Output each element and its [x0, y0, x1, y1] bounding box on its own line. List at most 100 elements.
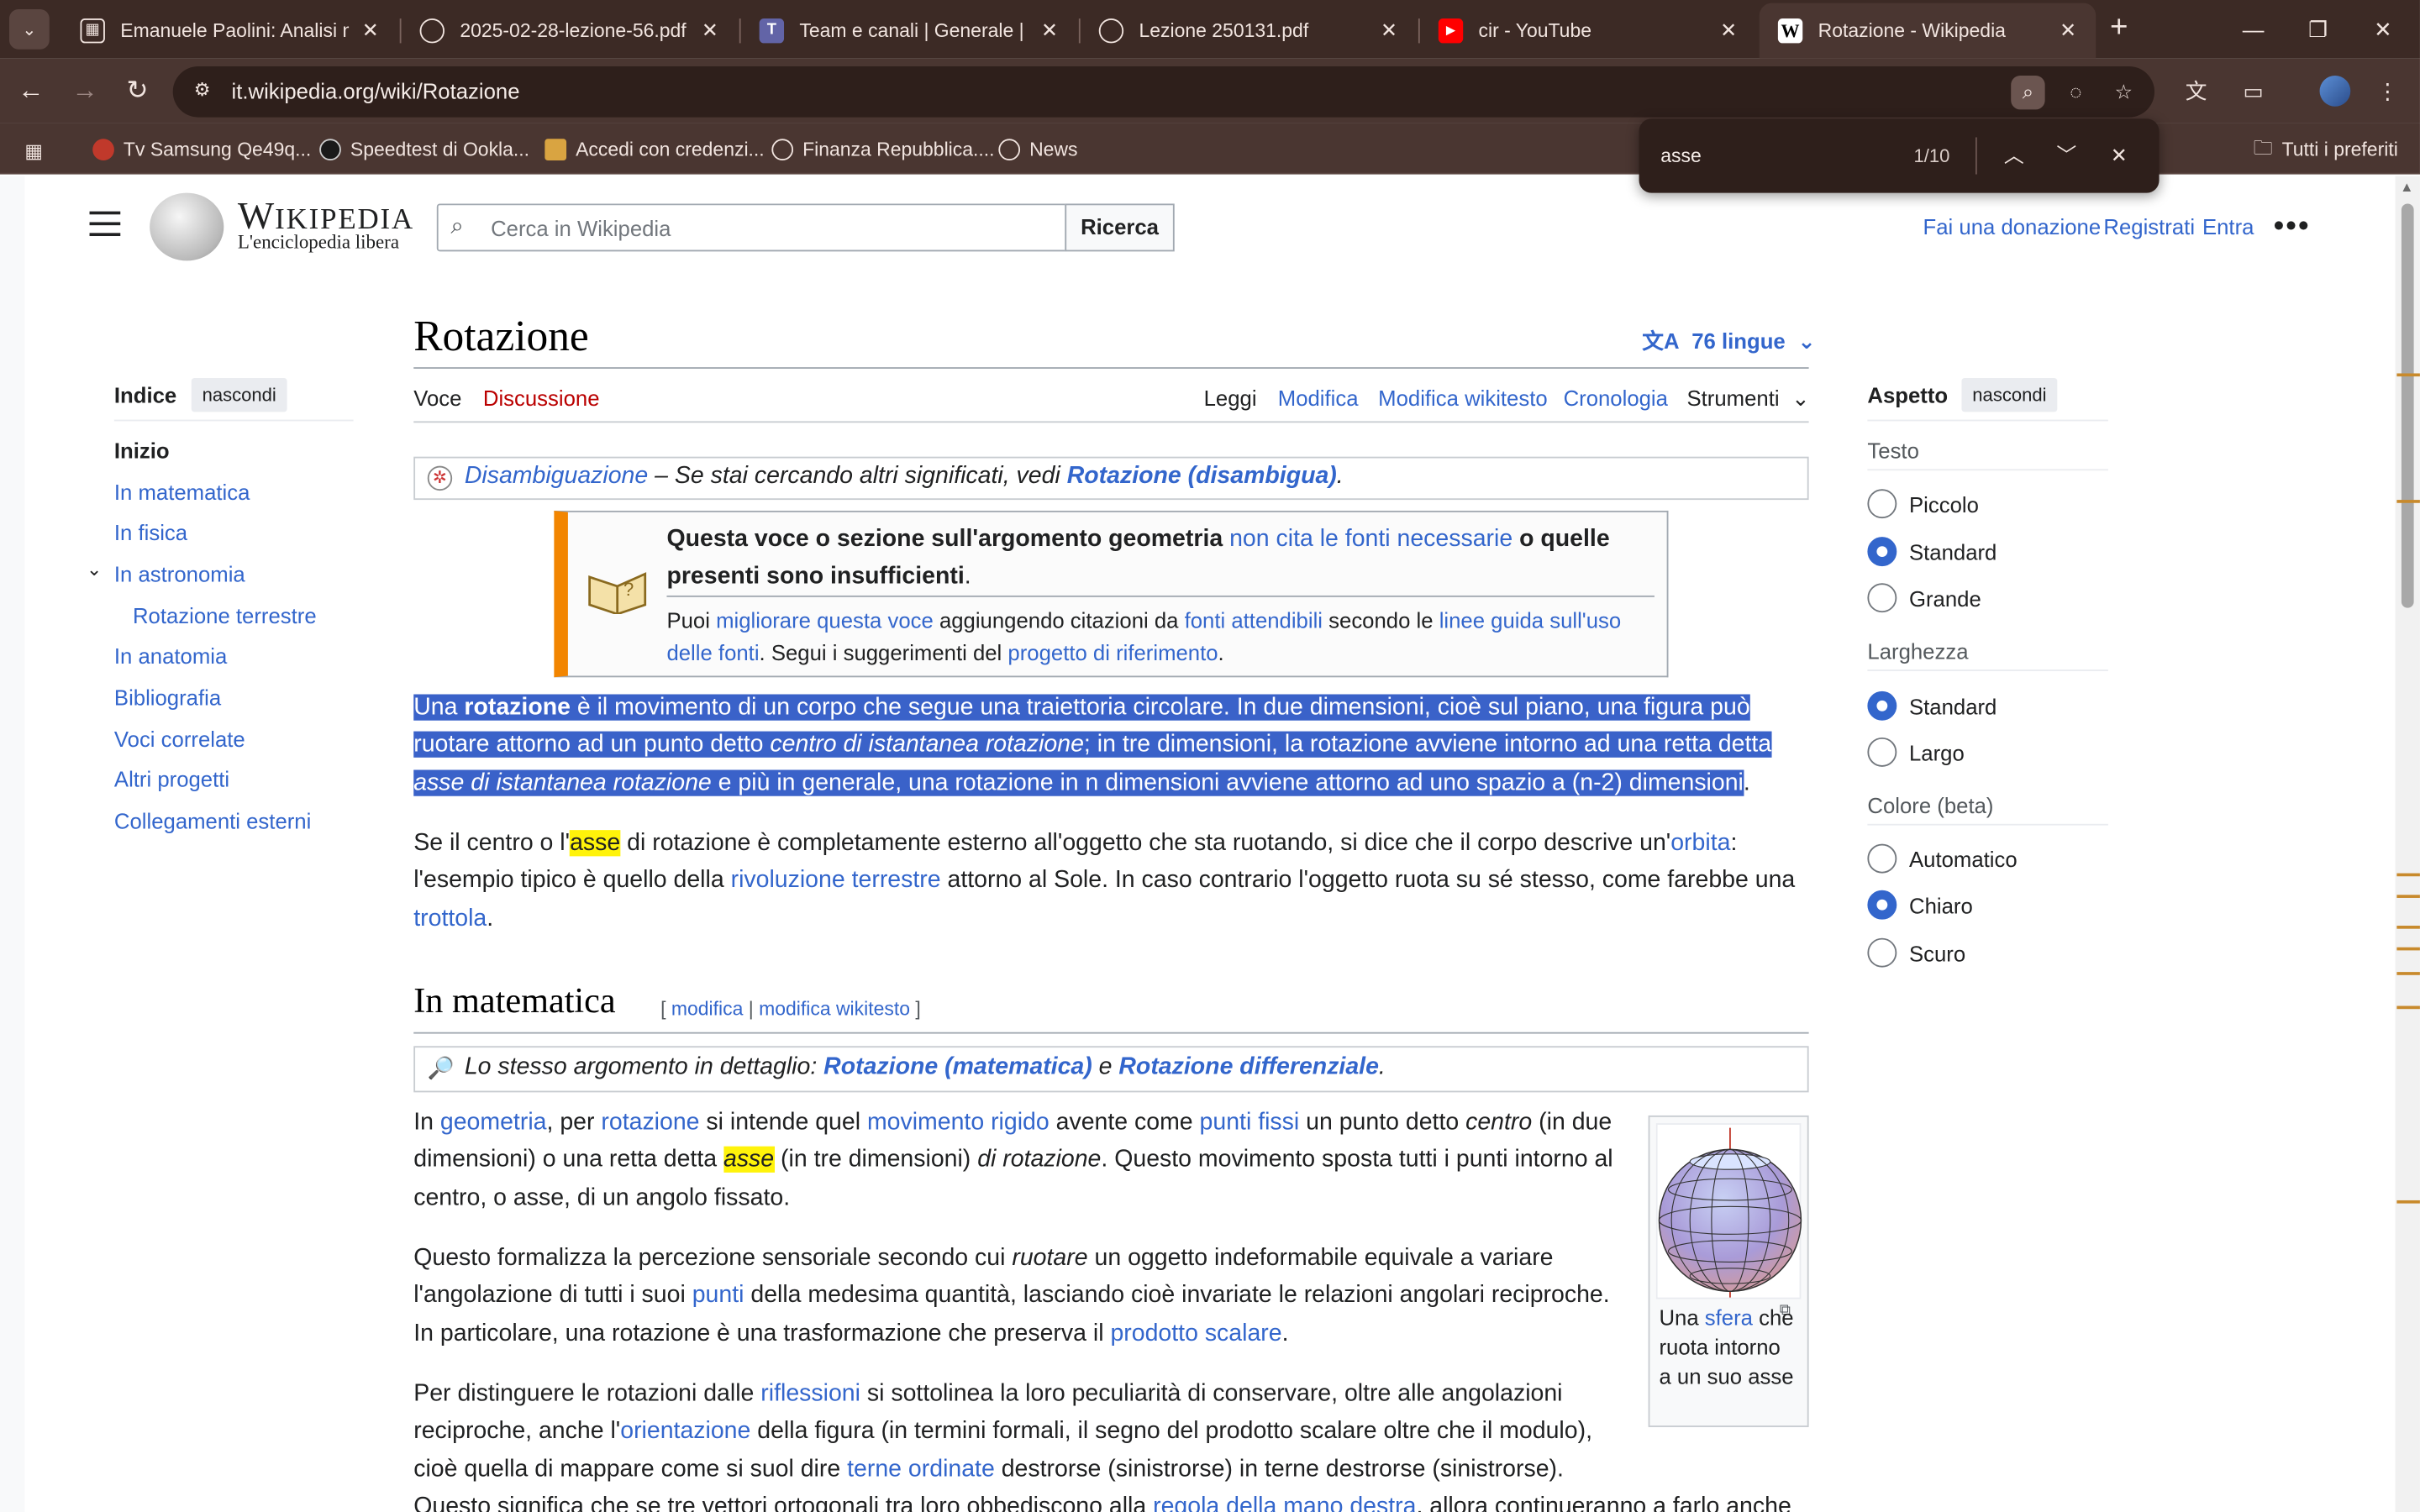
orientazione-link[interactable]: orientazione	[620, 1419, 750, 1445]
rotazione-link[interactable]: rotazione	[601, 1110, 699, 1136]
radio-text-standard[interactable]	[1867, 537, 1897, 567]
bookmark-item[interactable]: Accedi con credenzi...	[544, 134, 765, 165]
disambiguation-link[interactable]: Disambiguazione	[465, 463, 648, 489]
punti-fissi-link[interactable]: punti fissi	[1200, 1110, 1300, 1136]
tab-lezione-56[interactable]: 2025-02-28-lezione-56.pdf ✕	[402, 6, 738, 54]
toc-hide-button[interactable]: nascondi	[191, 377, 287, 412]
toc-item-collegamenti-esterni[interactable]: Collegamenti esterni	[114, 808, 311, 832]
riflessioni-link[interactable]: riflessioni	[760, 1381, 860, 1407]
wikipedia-logo[interactable]	[150, 192, 224, 261]
close-window-button[interactable]: ✕	[2352, 9, 2413, 50]
main-menu-icon[interactable]	[89, 211, 121, 239]
tab-edit[interactable]: Modifica	[1278, 386, 1359, 410]
bookmark-star-icon[interactable]: ☆	[2107, 76, 2140, 109]
radio-text-small[interactable]	[1867, 489, 1897, 519]
tracking-protection-icon[interactable]: ◌	[2059, 76, 2092, 109]
toc-item-voci-correlate[interactable]: Voci correlate	[114, 727, 245, 751]
radio-width-standard[interactable]	[1867, 690, 1897, 721]
minimize-button[interactable]: —	[2223, 9, 2284, 50]
url-text[interactable]: it.wikipedia.org/wiki/Rotazione	[232, 79, 520, 103]
close-icon[interactable]: ✕	[358, 18, 382, 42]
all-bookmarks-button[interactable]: 🗀 Tutti i preferiti	[2254, 134, 2398, 165]
new-tab-button[interactable]: +	[2102, 13, 2136, 46]
toc-item-rotazione-terrestre[interactable]: Rotazione terrestre	[133, 603, 317, 627]
rivoluzione-link[interactable]: rivoluzione terrestre	[731, 868, 941, 894]
more-options-icon[interactable]: •••	[2273, 210, 2310, 245]
close-icon[interactable]: ✕	[1037, 18, 1061, 42]
profile-avatar[interactable]	[2319, 75, 2351, 107]
toc-item-matematica[interactable]: In matematica	[114, 480, 250, 504]
tab-analisi[interactable]: ▦ Emanuele Paolini: Analisi mate ✕	[61, 6, 397, 54]
geometria-link[interactable]: geometria	[440, 1110, 547, 1136]
apps-icon[interactable]: ▦	[24, 134, 43, 165]
tab-teams[interactable]: T Team e canali | Generale | Micr ✕	[741, 6, 1077, 54]
close-icon[interactable]: ✕	[1716, 18, 1740, 42]
restore-button[interactable]: ❐	[2287, 9, 2349, 50]
punti-link[interactable]: punti	[692, 1283, 744, 1309]
search-input[interactable]: ⌕ Cerca in Wikipedia	[436, 203, 1067, 252]
toc-item-inizio[interactable]: Inizio	[114, 438, 170, 463]
toc-item-fisica[interactable]: In fisica	[114, 520, 187, 544]
movimento-rigido-link[interactable]: movimento rigido	[867, 1110, 1050, 1136]
tab-lezione-250131[interactable]: Lezione 250131.pdf ✕	[1081, 6, 1417, 54]
orbita-link[interactable]: orbita	[1670, 830, 1730, 856]
find-previous-button[interactable]: ︿	[1997, 139, 2031, 172]
search-button[interactable]: Ricerca	[1065, 203, 1175, 252]
reliable-sources-link[interactable]: fonti attendibili	[1185, 608, 1323, 633]
menu-kebab-icon[interactable]: ⋮	[2370, 74, 2404, 108]
find-input[interactable]: asse	[1660, 145, 1702, 167]
find-in-page-icon[interactable]: ⌕	[2011, 75, 2045, 110]
toc-item-altri-progetti[interactable]: Altri progetti	[114, 767, 229, 791]
tab-wikipedia-active[interactable]: W Rotazione - Wikipedia ✕	[1759, 3, 2096, 59]
languages-button[interactable]: 文A 76 lingue ⌄	[1642, 326, 1816, 357]
login-link[interactable]: Entra	[2202, 214, 2254, 239]
bookmark-item[interactable]: Speedtest di Ookla...	[319, 134, 529, 165]
donate-link[interactable]: Fai una donazione	[1923, 214, 2102, 239]
terne-ordinate-link[interactable]: terne ordinate	[847, 1457, 995, 1483]
section-edit-link[interactable]: modifica	[671, 998, 743, 1020]
forward-button[interactable]: →	[66, 72, 103, 109]
tab-edit-source[interactable]: Modifica wikitesto	[1378, 386, 1547, 410]
rotating-sphere-image[interactable]	[1655, 1123, 1802, 1299]
address-bar[interactable]: ⚙ it.wikipedia.org/wiki/Rotazione ⌕ ◌ ☆	[172, 66, 2155, 118]
tab-youtube[interactable]: ▶ cir - YouTube ✕	[1420, 6, 1756, 54]
bookmark-item[interactable]: Tv Samsung Qe49q...	[92, 134, 311, 165]
tab-article[interactable]: Voce	[413, 386, 461, 410]
section-edit-source-link[interactable]: modifica wikitesto	[759, 998, 910, 1020]
tab-tools[interactable]: Strumenti ⌄	[1687, 386, 1810, 412]
sources-link[interactable]: non cita le fonti necessarie	[1229, 526, 1512, 552]
toc-item-bibliografia[interactable]: Bibliografia	[114, 685, 221, 709]
appearance-hide-button[interactable]: nascondi	[1961, 377, 2058, 412]
improve-link[interactable]: migliorare questa voce	[716, 608, 934, 633]
radio-width-wide[interactable]	[1867, 737, 1897, 767]
prodotto-scalare-link[interactable]: prodotto scalare	[1110, 1320, 1281, 1347]
site-info-icon[interactable]: ⚙	[188, 79, 216, 107]
toc-item-astronomia[interactable]: In astronomia	[114, 562, 245, 586]
disambigua-link[interactable]: Rotazione (disambigua)	[1067, 463, 1337, 489]
register-link[interactable]: Registrati	[2103, 214, 2195, 239]
close-icon[interactable]: ✕	[2055, 18, 2080, 43]
close-icon[interactable]: ✕	[697, 18, 722, 42]
chevron-down-icon[interactable]: ⌄	[87, 559, 102, 580]
project-link[interactable]: progetto di riferimento	[1007, 640, 1218, 664]
reload-button[interactable]: ↻	[118, 72, 155, 109]
rotazione-differenziale-link[interactable]: Rotazione differenziale	[1118, 1053, 1379, 1079]
close-icon[interactable]: ✕	[1376, 18, 1401, 42]
rotazione-matematica-link[interactable]: Rotazione (matematica)	[823, 1053, 1092, 1079]
tab-read[interactable]: Leggi	[1204, 386, 1257, 410]
radio-color-dark[interactable]	[1867, 937, 1897, 968]
radio-color-auto[interactable]	[1867, 843, 1897, 874]
scroll-up-arrow[interactable]: ▲	[2400, 179, 2413, 194]
tab-search-button[interactable]: ⌄	[9, 9, 50, 50]
trottola-link[interactable]: trottola	[413, 906, 487, 932]
radio-color-light[interactable]	[1867, 890, 1897, 920]
radio-text-large[interactable]	[1867, 583, 1897, 613]
toc-item-anatomia[interactable]: In anatomia	[114, 643, 227, 668]
back-button[interactable]: ←	[13, 72, 50, 109]
translate-icon[interactable]: 文	[2179, 74, 2212, 108]
tab-talk[interactable]: Discussione	[483, 386, 600, 410]
bookmark-item[interactable]: Finanza Repubblica....	[771, 134, 995, 165]
find-close-button[interactable]: ✕	[2102, 139, 2136, 172]
scroll-thumb[interactable]	[2401, 203, 2414, 608]
reading-mode-icon[interactable]: ▭	[2236, 74, 2270, 108]
